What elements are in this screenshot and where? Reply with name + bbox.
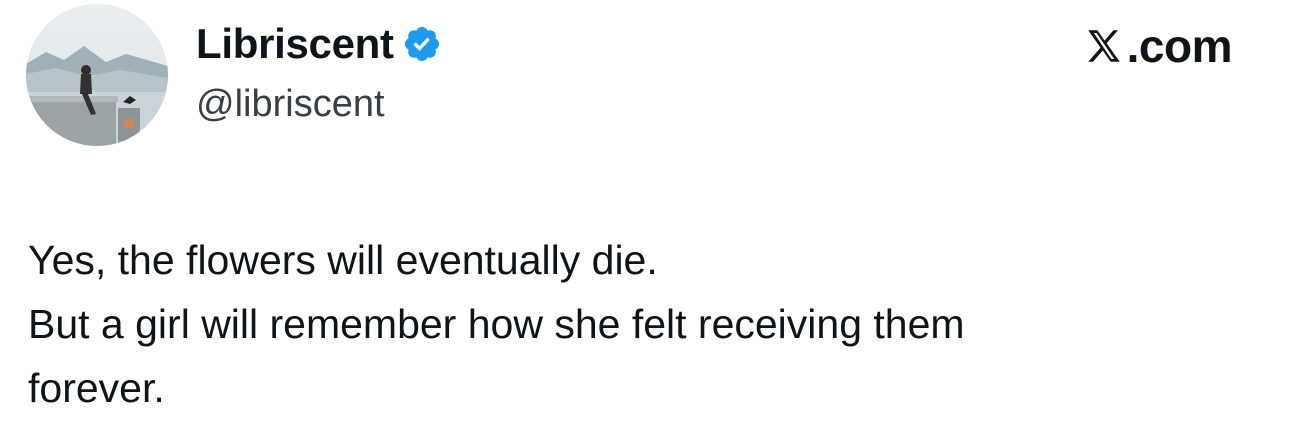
tweet-text: Yes, the flowers will eventually die. Bu… — [28, 228, 1278, 420]
display-name[interactable]: Libriscent — [196, 18, 394, 70]
avatar-photo — [26, 4, 168, 146]
x-logo-icon — [1083, 25, 1125, 67]
brand-domain-label: .com — [1126, 20, 1233, 72]
avatar[interactable] — [26, 4, 168, 146]
name-row: Libriscent — [196, 18, 442, 70]
verified-badge-icon — [402, 24, 442, 64]
tweet-line-2: But a girl will remember how she felt re… — [28, 301, 965, 347]
tweet-line-1: Yes, the flowers will eventually die. — [28, 237, 658, 283]
user-handle[interactable]: @libriscent — [196, 80, 385, 128]
x-brand: .com — [1083, 20, 1233, 72]
tweet-line-3: forever. — [28, 365, 165, 411]
